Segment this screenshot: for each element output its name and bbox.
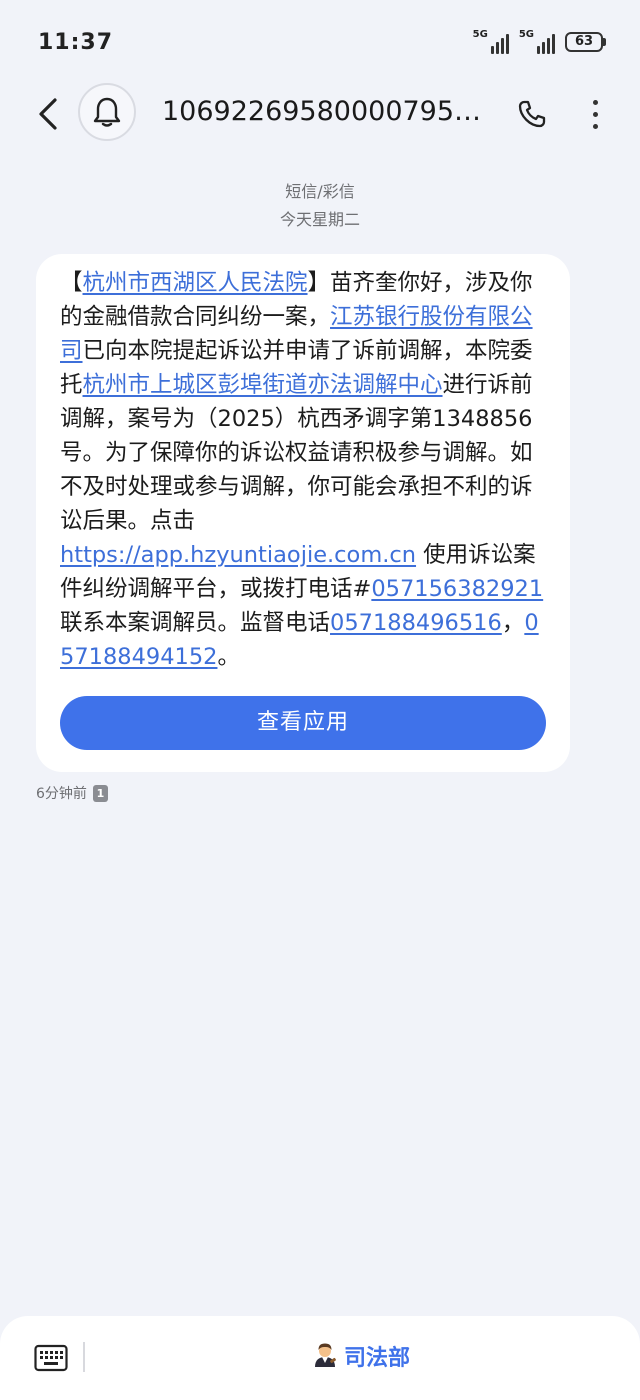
back-arrow-icon: [39, 98, 57, 130]
menu-label: 司法部: [344, 1346, 411, 1371]
divider: [83, 1342, 85, 1372]
supervision-phone-link-1[interactable]: 057188496516: [330, 610, 502, 636]
bell-icon: [93, 97, 121, 127]
message-channel: 短信/彩信: [285, 182, 355, 201]
keyboard-button[interactable]: [34, 1344, 68, 1372]
phone-icon: [518, 100, 546, 128]
signal-icon: 5G: [473, 30, 509, 54]
url-link[interactable]: https://app.hzyuntiaojie.com.cn: [60, 542, 416, 568]
sim-badge: 1: [92, 784, 108, 802]
message-date: 今天星期二: [279, 210, 360, 229]
keyboard-icon: [34, 1344, 68, 1372]
court-link[interactable]: 杭州市西湖区人民法院: [83, 270, 308, 296]
open-app-button[interactable]: 查看应用: [60, 696, 546, 750]
message-text: 【杭州市西湖区人民法院】苗齐奎你好，涉及你的金融借款合同纠纷一案，江苏银行股份有…: [60, 270, 544, 670]
message-timestamp: 6分钟前 1: [36, 783, 108, 803]
mediator-phone-link[interactable]: 057156382921: [371, 576, 543, 602]
status-icons: 5G 5G 63: [473, 30, 606, 54]
more-vertical-icon: [592, 99, 598, 105]
ministry-of-justice-menu[interactable]: 司法部: [310, 1340, 410, 1372]
signal-icon: 5G: [519, 30, 555, 54]
battery-level: 63: [565, 32, 603, 52]
conversation-header: 10692269580000795…: [0, 83, 640, 144]
mediation-center-link[interactable]: 杭州市上城区彭埠街道亦法调解中心: [83, 372, 443, 398]
judge-emoji-icon: [315, 1343, 336, 1367]
battery-icon: 63: [565, 32, 606, 52]
status-time: 11:37: [38, 30, 114, 55]
message-bubble[interactable]: 【杭州市西湖区人民法院】苗齐奎你好，涉及你的金融借款合同纠纷一案，江苏银行股份有…: [36, 254, 570, 772]
status-bar: 11:37 5G 5G 63: [0, 0, 640, 84]
more-options-button[interactable]: [578, 94, 612, 134]
call-button[interactable]: [512, 94, 552, 134]
notification-toggle-button[interactable]: [78, 83, 136, 141]
back-button[interactable]: [30, 94, 66, 134]
bottom-menu-bar: 司法部: [0, 1316, 640, 1400]
contact-title: 10692269580000795…: [162, 96, 482, 127]
conversation-meta: 短信/彩信 今天星期二: [0, 178, 640, 234]
